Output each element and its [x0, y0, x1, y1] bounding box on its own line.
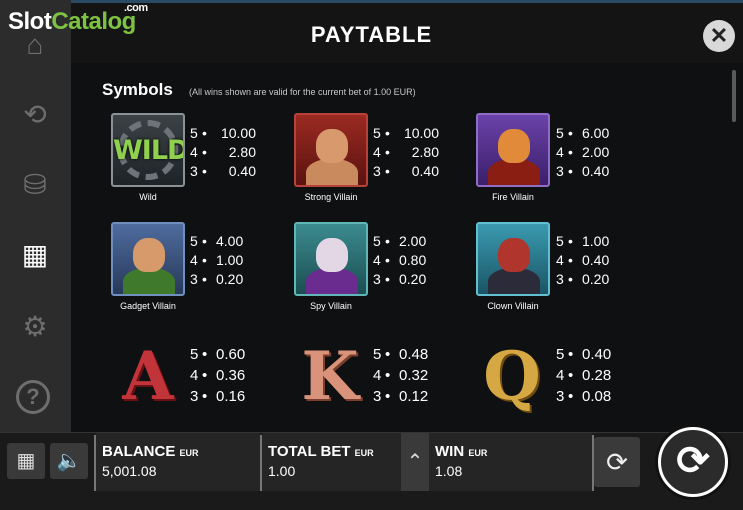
pay-table-wild: 5 • 10.00 4 • 2.80 3 • 0.40	[190, 125, 256, 179]
gear-icon[interactable]: ⚙	[16, 308, 54, 346]
pay-table-spy-villain: 5 • 2.00 4 • 0.80 3 • 0.20	[373, 233, 427, 287]
close-icon[interactable]: ✕	[703, 20, 735, 52]
gadget-villain-symbol	[111, 222, 185, 296]
total-bet-label: TOTAL BET	[268, 443, 351, 460]
symbol-label: Gadget Villain	[120, 301, 176, 311]
wild-text: WILD	[113, 135, 185, 166]
spin-icon[interactable]: ⟳	[658, 427, 728, 497]
balance-value: 5,001.08	[102, 463, 157, 479]
symbol-label: Wild	[139, 192, 157, 202]
fire-villain-symbol	[476, 113, 550, 187]
win-label: WIN	[435, 443, 465, 460]
strong-villain-symbol	[294, 113, 368, 187]
pay-table-q: 5 • 0.40 4 • 0.28 3 • 0.08	[556, 346, 612, 405]
chevron-up-icon[interactable]: ⌃	[401, 433, 429, 491]
total-bet-display: TOTAL BET EUR 1.00	[262, 433, 401, 491]
balance-label: BALANCE	[102, 443, 176, 460]
pay-table-a: 5 • 0.60 4 • 0.36 3 • 0.16	[190, 346, 246, 405]
total-bet-value: 1.00	[268, 463, 296, 479]
replay-icon[interactable]: ⟲	[16, 96, 54, 134]
grid-icon[interactable]: ▦	[16, 236, 54, 274]
win-display: WIN EUR 1.08	[429, 433, 592, 491]
pay-table-clown-villain: 5 • 1.00 4 • 0.40 3 • 0.20	[556, 233, 610, 287]
symbol-label: Fire Villain	[492, 192, 534, 202]
spy-villain-symbol	[294, 222, 368, 296]
help-icon[interactable]: ?	[16, 380, 50, 414]
letter-k-symbol: K	[301, 337, 359, 415]
speaker-icon[interactable]: 🔈	[50, 443, 88, 479]
grid-menu-icon[interactable]: ▦	[7, 443, 45, 479]
symbol-label: Spy Villain	[310, 301, 352, 311]
win-unit: EUR	[468, 448, 488, 458]
total-bet-unit: EUR	[354, 448, 374, 458]
bottom-bar: ▦ 🔈 BALANCE EUR 5,001.08 TOTAL BET EUR 1…	[0, 427, 743, 510]
clown-villain-symbol	[476, 222, 550, 296]
pay-table-strong-villain: 5 • 10.00 4 • 2.80 3 • 0.40	[373, 125, 439, 179]
pay-table-gadget-villain: 5 • 4.00 4 • 1.00 3 • 0.20	[190, 233, 244, 287]
wild-symbol: WILD	[111, 113, 185, 187]
coins-icon[interactable]: ⛁	[16, 166, 54, 204]
page-title: PAYTABLE	[310, 22, 433, 47]
autoplay-icon[interactable]: ⟳	[594, 437, 640, 487]
sidebar: ⌂ ⟲ ⛁ ▦ ⚙ ?	[0, 0, 71, 432]
logo-com-text: .com	[124, 2, 148, 14]
win-value: 1.08	[435, 463, 463, 479]
letter-a-symbol: A	[122, 337, 174, 415]
balance-unit: EUR	[179, 448, 199, 458]
pay-table-k: 5 • 0.48 4 • 0.32 3 • 0.12	[373, 346, 429, 405]
section-note: (All wins shown are valid for the curren…	[189, 87, 416, 97]
symbol-label: Clown Villain	[487, 301, 539, 311]
balance-display: BALANCE EUR 5,001.08	[96, 433, 260, 491]
scrollbar[interactable]	[732, 70, 736, 122]
section-title: Symbols	[102, 80, 173, 99]
symbol-label: Strong Villain	[304, 192, 358, 202]
pay-table-fire-villain: 5 • 6.00 4 • 2.00 3 • 0.40	[556, 125, 610, 179]
letter-q-symbol: Q	[483, 337, 541, 415]
